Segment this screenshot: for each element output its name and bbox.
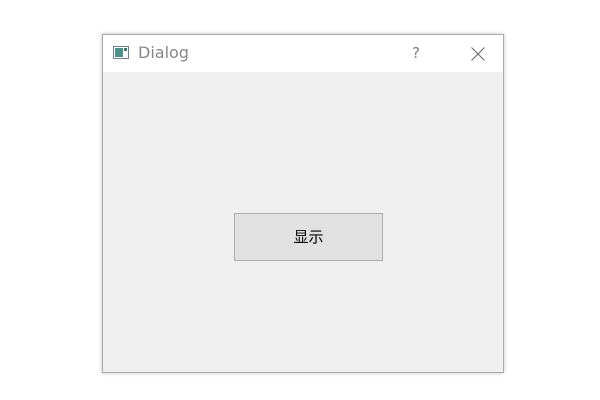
icon-pane <box>115 48 123 57</box>
dialog-window: Dialog ? 显示 <box>102 34 504 373</box>
application-window-icon <box>113 46 129 59</box>
help-button[interactable]: ? <box>403 35 429 72</box>
dialog-content: 显示 <box>103 72 503 372</box>
close-button[interactable] <box>455 35 501 72</box>
close-icon <box>471 47 485 61</box>
icon-dot <box>124 48 127 51</box>
title-bar[interactable]: Dialog ? <box>103 35 503 72</box>
window-title: Dialog <box>138 43 189 62</box>
show-button[interactable]: 显示 <box>234 213 383 261</box>
